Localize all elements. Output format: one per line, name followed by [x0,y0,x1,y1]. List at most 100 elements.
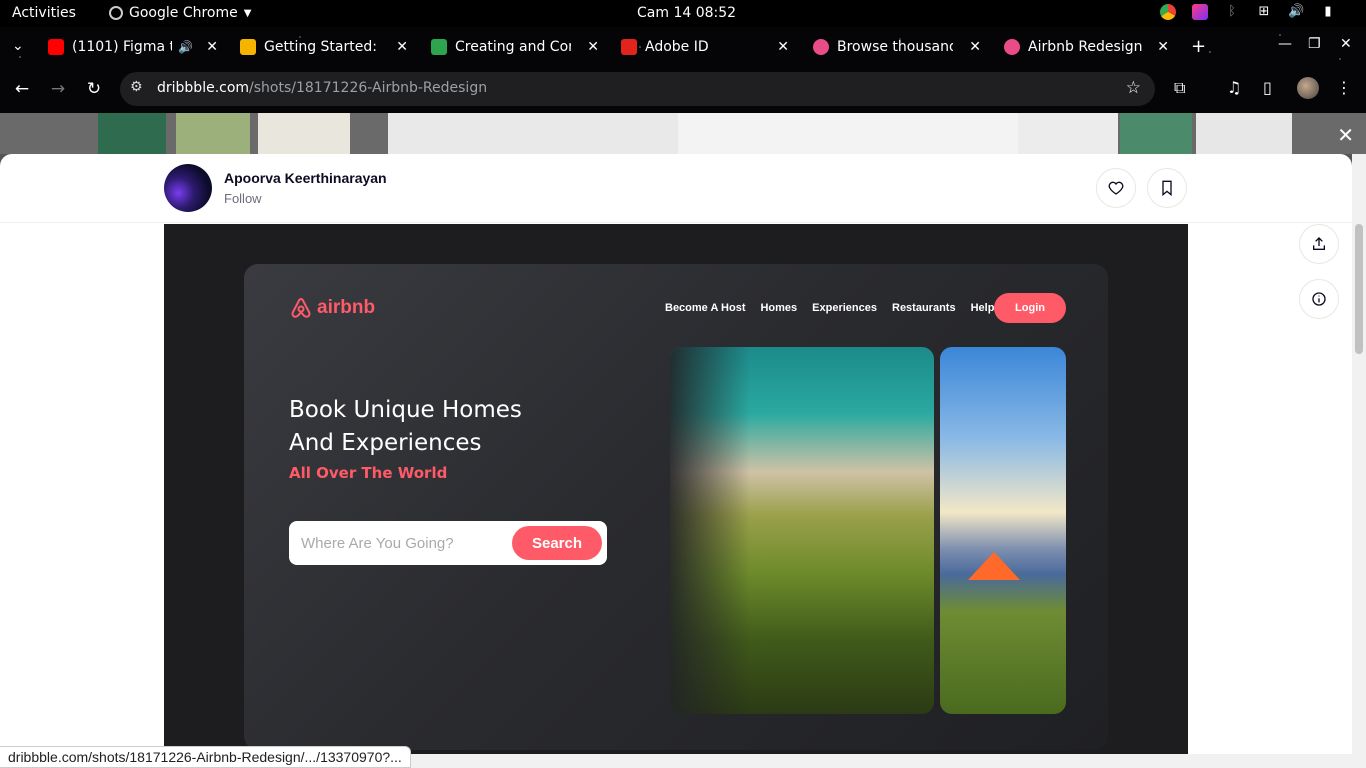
airbnb-design-card: airbnb Become A Host Homes Experiences R… [244,264,1108,750]
airbnb-icon [291,297,311,318]
clock[interactable]: Cam 14 08:52 [637,5,736,21]
site-icon [431,39,447,55]
browser-chrome: ⌄ (1101) Figma t 🔊 ✕ Getting Started: I … [0,27,1366,113]
vertical-scrollbar[interactable] [1352,154,1366,768]
chrome-tray-icon[interactable] [1160,4,1176,20]
close-tab-icon[interactable]: ✕ [1157,39,1169,55]
new-tab-button[interactable]: + [1191,36,1206,57]
tab-search-icon[interactable]: ⌄ [12,38,24,54]
share-icon [1313,237,1325,250]
volume-icon[interactable]: 🔊 [1288,4,1304,20]
tab-creating[interactable]: Creating and Con ✕ [431,33,599,61]
tab-title: Getting Started: I [264,39,380,55]
app-tray-icon[interactable] [1192,4,1208,20]
bluetooth-icon[interactable]: ᛒ [1224,4,1240,20]
info-icon [1312,292,1326,306]
url-text[interactable]: dribbble.com/shots/18171226-Airbnb-Redes… [157,80,487,96]
logo-text: airbnb [317,297,376,318]
tab-figma[interactable]: (1101) Figma t 🔊 ✕ [48,33,218,61]
app-name: Google Chrome [129,5,238,21]
close-tab-icon[interactable]: ✕ [206,39,218,55]
save-button[interactable] [1147,168,1187,208]
design-login-button: Login [994,293,1066,323]
follow-link[interactable]: Follow [224,191,262,206]
bookmark-icon [1162,180,1172,196]
tent-shape [968,552,1020,580]
audio-icon: 🔊 [178,40,193,54]
shot-image: airbnb Become A Host Homes Experiences R… [164,224,1188,768]
side-panel-icon[interactable]: ▯ [1263,78,1272,97]
back-icon[interactable]: ← [11,79,33,99]
shot-modal: Apoorva Keerthinarayan Follow airbnb Bec… [0,154,1352,768]
tab-title: Browse thousand [837,39,953,55]
maximize-icon[interactable]: ❐ [1308,36,1321,52]
tab-strip: ⌄ (1101) Figma t 🔊 ✕ Getting Started: I … [0,27,1366,67]
like-button[interactable] [1096,168,1136,208]
camping-tent-photo [940,347,1066,714]
media-controls-icon[interactable]: ♫ [1227,78,1241,97]
design-search-box: Search [289,521,607,565]
details-button[interactable] [1299,279,1339,319]
url-path: /shots/18171226-Airbnb-Redesign [249,80,488,96]
browser-toolbar: ← → ↻ ⚙ dribbble.com/shots/18171226-Airb… [0,67,1366,113]
chevron-down-icon: ▼ [243,7,252,19]
share-button[interactable] [1299,224,1339,264]
tab-title: Creating and Con [455,39,571,55]
network-icon[interactable]: ⊞ [1256,4,1272,20]
close-tab-icon[interactable]: ✕ [587,39,599,55]
nav-restaurants: Restaurants [892,302,956,314]
chrome-icon [109,6,123,20]
address-bar[interactable]: ⚙ dribbble.com/shots/18171226-Airbnb-Red… [120,72,1155,106]
nav-homes: Homes [760,302,798,314]
close-modal-icon[interactable]: ✕ [1337,123,1354,147]
url-domain: dribbble.com [157,80,250,96]
background-page [0,113,1366,154]
dribbble-icon [813,39,829,55]
tab-title: Adobe ID [645,39,709,55]
close-window-icon[interactable]: ✕ [1340,36,1352,52]
shot-header: Apoorva Keerthinarayan Follow [0,154,1352,223]
design-nav: Become A Host Homes Experiences Restaura… [665,302,994,314]
battery-icon[interactable]: ▮ [1320,4,1336,20]
close-tab-icon[interactable]: ✕ [969,39,981,55]
reload-icon[interactable]: ↻ [83,79,105,99]
hero-headline: Book Unique Homes And Experiences [289,397,522,456]
tab-title: Airbnb Redesign [1028,39,1143,55]
site-icon [240,39,256,55]
page-viewport: ✕ Apoorva Keerthinarayan Follow airbnb B… [0,113,1366,768]
activities-button[interactable]: Activities [12,5,76,21]
profile-avatar[interactable] [1297,77,1319,99]
app-menu[interactable]: Google Chrome ▼ [109,5,251,21]
tab-browse[interactable]: Browse thousand ✕ [813,33,981,61]
design-search-button: Search [512,526,602,560]
tab-getting-started[interactable]: Getting Started: I ✕ [240,33,408,61]
adobe-icon [621,39,637,55]
nav-help: Help [970,302,995,314]
youtube-icon [48,39,64,55]
airbnb-logo: airbnb [289,296,375,320]
hero-subheadline: All Over The World [289,464,448,482]
nav-become-host: Become A Host [665,302,746,314]
design-search-input [301,531,501,555]
author-name[interactable]: Apoorva Keerthinarayan [224,170,387,186]
tab-airbnb-redesign[interactable]: Airbnb Redesign ✕ [1004,33,1169,61]
site-info-icon[interactable]: ⚙ [130,79,143,95]
close-tab-icon[interactable]: ✕ [777,39,789,55]
nav-experiences: Experiences [812,302,877,314]
aerial-coast-photo [670,347,934,714]
minimize-icon[interactable]: — [1278,36,1292,52]
forward-icon[interactable]: → [47,79,69,99]
menu-icon[interactable]: ⋮ [1336,78,1352,97]
author-avatar[interactable] [164,164,212,212]
bookmark-star-icon[interactable]: ☆ [1126,78,1141,98]
tab-title: (1101) Figma t [72,39,172,55]
tab-adobe[interactable]: Adobe ID ✕ [621,33,789,61]
system-tray[interactable]: ᛒ ⊞ 🔊 ▮ [1160,4,1336,20]
close-tab-icon[interactable]: ✕ [396,39,408,55]
scrollbar-thumb[interactable] [1355,224,1363,354]
heart-icon [1108,181,1124,195]
extensions-icon[interactable]: ⧉ [1174,78,1185,98]
dribbble-icon [1004,39,1020,55]
system-top-bar: Activities Google Chrome ▼ Cam 14 08:52 … [0,0,1366,27]
status-bar-url: dribbble.com/shots/18171226-Airbnb-Redes… [0,746,411,768]
